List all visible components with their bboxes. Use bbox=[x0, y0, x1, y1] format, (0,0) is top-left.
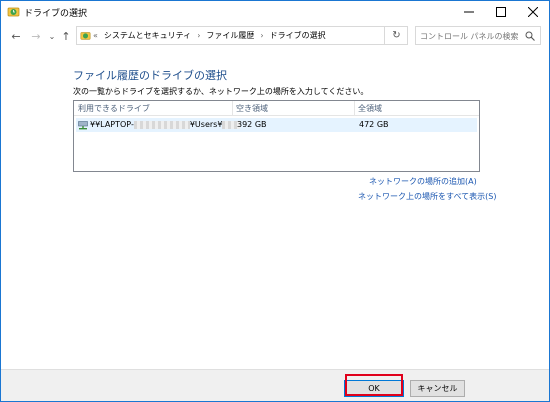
page-title: ファイル履歴のドライブの選択 bbox=[73, 69, 227, 82]
window-title: ドライブの選択 bbox=[24, 9, 88, 19]
dialog-footer: OK キャンセル bbox=[1, 369, 549, 401]
navigation-bar: ← → ⌄ ↑ « システムとセキュリティ › ファイル履歴 › ドライブの選択 bbox=[1, 23, 549, 49]
drive-selection-window: ドライブの選択 ← → ⌄ ↑ « システムとセキュリティ › ファイル履歴 ›… bbox=[0, 0, 550, 402]
chevron-down-icon: ⌄ bbox=[48, 31, 56, 41]
search-input[interactable] bbox=[420, 29, 524, 43]
back-button[interactable]: ← bbox=[9, 29, 23, 43]
redacted-text bbox=[133, 120, 190, 129]
minimize-button[interactable] bbox=[453, 1, 485, 23]
breadcrumb-separator-icon[interactable]: › bbox=[260, 31, 263, 40]
breadcrumb-separator-icon[interactable]: › bbox=[197, 31, 200, 40]
up-arrow-icon: ↑ bbox=[61, 29, 71, 43]
close-button[interactable] bbox=[517, 1, 549, 23]
column-header-available-drives[interactable]: 利用できるドライブ bbox=[78, 103, 150, 114]
breadcrumb-item-file-history[interactable]: ファイル履歴 bbox=[206, 30, 254, 41]
ok-button[interactable]: OK bbox=[344, 380, 404, 397]
forward-arrow-icon: → bbox=[31, 29, 41, 43]
maximize-icon bbox=[496, 7, 506, 17]
maximize-button[interactable] bbox=[485, 1, 517, 23]
table-row[interactable]: ¥¥LAPTOP- ¥Users¥ 392 GB 472 GB bbox=[76, 118, 477, 132]
search-icon bbox=[525, 31, 535, 41]
title-bar: ドライブの選択 bbox=[1, 1, 549, 23]
drive-list[interactable]: 利用できるドライブ 空き領域 全領域 ¥¥LAPTOP- ¥Users¥ 392 … bbox=[73, 100, 480, 172]
minimize-icon bbox=[464, 11, 474, 13]
total-space-cell: 472 GB bbox=[359, 120, 389, 129]
breadcrumb-overflow[interactable]: « bbox=[93, 31, 98, 40]
column-header-free-space[interactable]: 空き領域 bbox=[236, 103, 268, 114]
control-panel-icon bbox=[80, 32, 91, 40]
instruction-text: 次の一覧からドライブを選択するか、ネットワーク上の場所を入力してください。 bbox=[73, 87, 369, 96]
address-bar[interactable]: « システムとセキュリティ › ファイル履歴 › ドライブの選択 ↻ bbox=[76, 26, 408, 45]
free-space-cell: 392 GB bbox=[237, 120, 267, 129]
breadcrumb-item-select-drive[interactable]: ドライブの選択 bbox=[270, 30, 326, 41]
close-icon bbox=[528, 7, 538, 17]
search-box[interactable] bbox=[415, 26, 541, 45]
drive-path-cell: ¥¥LAPTOP- ¥Users¥ bbox=[90, 120, 241, 129]
breadcrumb-item-system-security[interactable]: システムとセキュリティ bbox=[104, 30, 191, 41]
breadcrumb: « システムとセキュリティ › ファイル履歴 › ドライブの選択 bbox=[93, 30, 332, 41]
forward-button[interactable]: → bbox=[29, 29, 43, 43]
column-divider[interactable] bbox=[232, 101, 233, 116]
network-drive-icon bbox=[78, 121, 88, 130]
refresh-icon: ↻ bbox=[392, 30, 401, 41]
show-all-network-locations-link[interactable]: ネットワーク上の場所をすべて表示(S) bbox=[358, 191, 496, 202]
drive-path-prefix: ¥¥LAPTOP- bbox=[90, 120, 134, 129]
refresh-button[interactable]: ↻ bbox=[384, 26, 408, 45]
back-arrow-icon: ← bbox=[11, 29, 21, 43]
column-divider[interactable] bbox=[354, 101, 355, 116]
cancel-button[interactable]: キャンセル bbox=[410, 380, 465, 397]
file-history-icon bbox=[7, 7, 20, 17]
recent-locations-button[interactable]: ⌄ bbox=[45, 29, 59, 43]
drive-path-middle: ¥Users¥ bbox=[189, 120, 223, 129]
drive-list-header: 利用できるドライブ 空き領域 全領域 bbox=[74, 101, 479, 116]
add-network-location-link[interactable]: ネットワークの場所の追加(A) bbox=[369, 176, 477, 187]
up-button[interactable]: ↑ bbox=[59, 29, 73, 43]
column-header-total-space[interactable]: 全領域 bbox=[358, 103, 382, 114]
